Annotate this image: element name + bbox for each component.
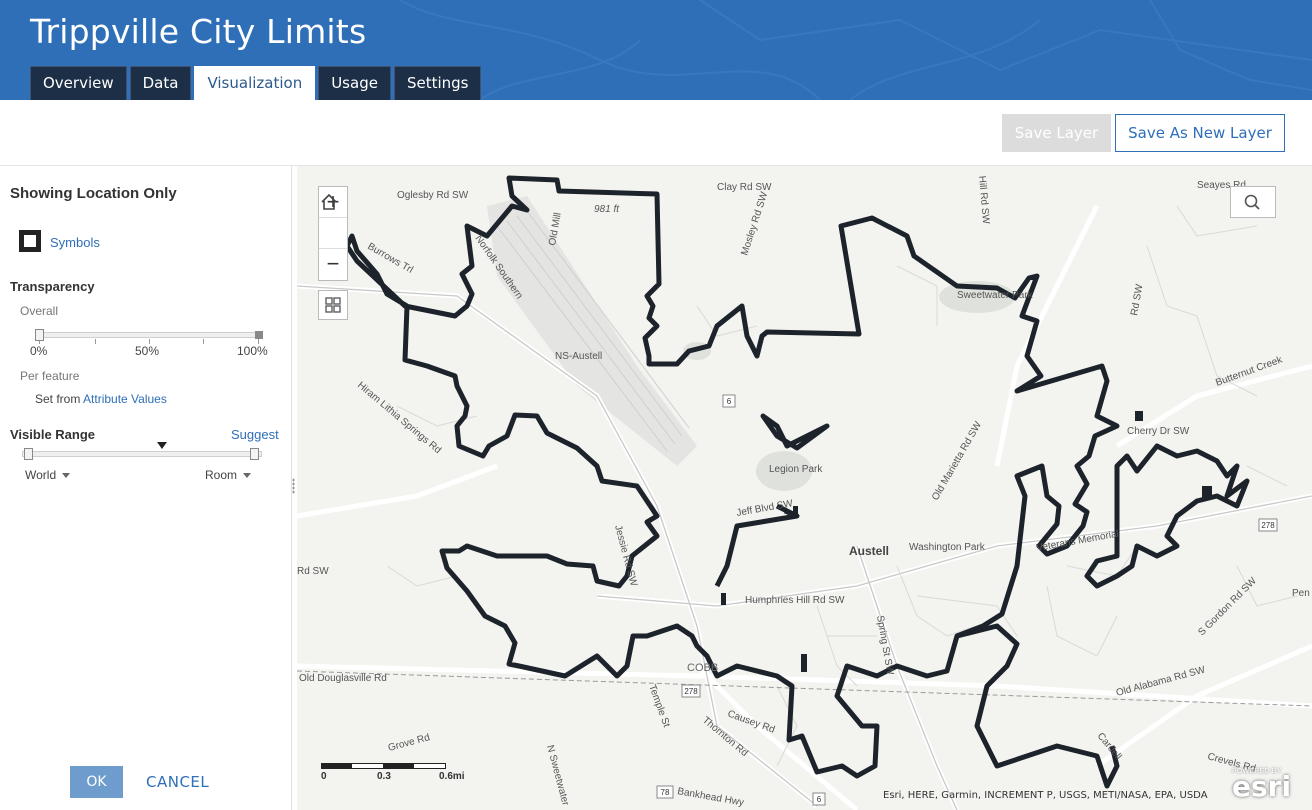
label-road-s-gordon: S Gordon Rd SW bbox=[1196, 575, 1259, 638]
label-road-hill: Hill Rd SW bbox=[976, 175, 991, 225]
major-roads bbox=[297, 204, 1312, 810]
save-layer-button[interactable]: Save Layer bbox=[1002, 114, 1111, 152]
label-road-n-sweetwater: N Sweetwater bbox=[544, 744, 571, 808]
visible-range-slider[interactable] bbox=[22, 451, 262, 457]
panel-resize-handle[interactable] bbox=[292, 478, 295, 494]
label-ns-austell: NS-Austell bbox=[555, 351, 602, 362]
attribute-values-link[interactable]: Attribute Values bbox=[83, 392, 167, 406]
route-shield: 6 bbox=[727, 397, 732, 406]
label-legion-park: Legion Park bbox=[769, 464, 823, 475]
symbol-swatch[interactable] bbox=[19, 230, 41, 252]
label-road-pen: Pen bbox=[1292, 588, 1310, 599]
scale-bar-segment bbox=[383, 763, 414, 769]
label-road-grove: Grove Rd bbox=[387, 732, 431, 754]
ok-button[interactable]: OK bbox=[70, 766, 123, 798]
esri-logo-text: esri bbox=[1232, 770, 1292, 803]
label-road-old-alabama: Old Alabama Rd SW bbox=[1115, 664, 1207, 699]
panel-heading: Showing Location Only bbox=[10, 185, 177, 202]
label-road-cherry: Cherry Dr SW bbox=[1127, 426, 1190, 437]
per-feature-label: Per feature bbox=[20, 369, 80, 383]
slider-tick bbox=[95, 339, 96, 344]
min-scale-dropdown[interactable]: World bbox=[25, 468, 71, 482]
label-road-rd-sw-2: Rd SW bbox=[1129, 283, 1145, 317]
home-icon bbox=[321, 193, 337, 210]
transparency-slider[interactable] bbox=[35, 332, 263, 338]
label-road-oglesby: Oglesby Rd SW bbox=[397, 190, 469, 201]
set-from-label: Set from bbox=[35, 392, 81, 406]
route-shield: 278 bbox=[1261, 521, 1275, 530]
esri-logo[interactable]: POWERED BY esri bbox=[1232, 766, 1307, 806]
label-road-rd-sw: Rd SW bbox=[297, 566, 329, 577]
tab-usage[interactable]: Usage bbox=[318, 66, 391, 100]
map-labels: Austell Legion Park Washington Park Swee… bbox=[297, 175, 1310, 808]
label-cobb: COBB bbox=[687, 662, 718, 674]
scale-label-0: 0 bbox=[321, 771, 327, 782]
zoom-control: + − bbox=[318, 186, 348, 281]
map-search-button[interactable] bbox=[1230, 186, 1276, 218]
route-shield: 6 bbox=[817, 795, 822, 804]
symbols-link[interactable]: Symbols bbox=[50, 235, 100, 250]
label-sweetwater-park: Sweetwater Park bbox=[957, 290, 1034, 301]
scale-label-max: 0.6mi bbox=[439, 771, 465, 782]
overall-label: Overall bbox=[20, 304, 59, 318]
chevron-down-icon bbox=[62, 473, 71, 479]
route-shield: 78 bbox=[661, 788, 670, 797]
chevron-down-icon bbox=[243, 473, 252, 479]
grid-icon bbox=[325, 297, 341, 313]
transparency-heading: Transparency bbox=[10, 279, 95, 294]
map-attribution[interactable]: Esri, HERE, Garmin, INCREMENT P, USGS, M… bbox=[883, 790, 1208, 801]
label-road-temple: Temple St bbox=[646, 683, 672, 729]
transparency-slider-handle[interactable] bbox=[35, 329, 44, 341]
set-from-row: Set from Attribute Values bbox=[35, 392, 167, 406]
transparency-slider-end bbox=[255, 331, 263, 339]
current-scale-marker bbox=[157, 442, 167, 449]
page-title: Trippville City Limits bbox=[30, 12, 367, 51]
scale-bar-segment bbox=[321, 763, 352, 769]
label-road-mosley: Mosley Rd SW bbox=[739, 190, 770, 257]
basemap: Austell Legion Park Washington Park Swee… bbox=[297, 175, 1312, 810]
major-roads-casing bbox=[297, 285, 1312, 810]
route-shield: 278 bbox=[684, 687, 698, 696]
tab-bar: Overview Data Visualization Usage Settin… bbox=[30, 66, 482, 100]
label-austell: Austell bbox=[849, 544, 889, 558]
scale-label-mid: 0.3 bbox=[377, 771, 391, 782]
label-road-old-mill: Old Mill bbox=[547, 212, 564, 247]
label-road-causey: Causey Rd bbox=[726, 708, 776, 735]
map-view[interactable]: Austell Legion Park Washington Park Swee… bbox=[297, 166, 1312, 810]
label-washington-park: Washington Park bbox=[909, 542, 986, 553]
max-scale-dropdown[interactable]: Room bbox=[205, 468, 252, 482]
min-scale-label: World bbox=[25, 468, 57, 482]
tab-visualization[interactable]: Visualization bbox=[194, 66, 316, 100]
label-elevation: 981 ft bbox=[594, 204, 620, 215]
max-scale-label: Room bbox=[205, 468, 238, 482]
label-road-old-douglasville: Old Douglasville Rd bbox=[299, 673, 387, 684]
suggest-link[interactable]: Suggest bbox=[231, 427, 279, 442]
slider-tick bbox=[203, 339, 204, 344]
zoom-out-button[interactable]: − bbox=[319, 249, 347, 280]
label-road-bankhead: Bankhead Hwy bbox=[676, 786, 744, 809]
app-header: Trippville City Limits Overview Data Vis… bbox=[0, 0, 1312, 100]
tab-settings[interactable]: Settings bbox=[393, 66, 482, 100]
tick-label-50: 50% bbox=[135, 344, 160, 358]
label-road-old-marietta: Old Marietta Rd SW bbox=[930, 420, 984, 503]
label-road-humphries: Humphries Hill Rd SW bbox=[745, 595, 845, 606]
visible-range-min-handle[interactable] bbox=[24, 448, 33, 460]
toolbar: Save Layer Save As New Layer bbox=[0, 100, 1312, 166]
home-button[interactable] bbox=[319, 193, 347, 249]
save-as-new-layer-button[interactable]: Save As New Layer bbox=[1115, 114, 1285, 152]
basemap-gallery-button[interactable] bbox=[318, 290, 348, 320]
tick-label-100: 100% bbox=[237, 344, 268, 358]
visible-range-max-handle[interactable] bbox=[250, 448, 259, 460]
search-icon bbox=[1244, 194, 1260, 210]
cancel-button[interactable]: CANCEL bbox=[146, 773, 209, 791]
label-road-clay: Clay Rd SW bbox=[717, 182, 772, 193]
scale-bar: 0 0.3 0.6mi bbox=[321, 763, 465, 793]
tab-data[interactable]: Data bbox=[129, 66, 192, 100]
tab-overview[interactable]: Overview bbox=[30, 66, 127, 100]
visible-range-heading: Visible Range bbox=[10, 427, 96, 442]
style-panel: Showing Location Only Symbols Transparen… bbox=[0, 166, 292, 810]
label-road-hiram: Hiram Lithia Springs Rd bbox=[355, 380, 443, 456]
tick-label-0: 0% bbox=[30, 344, 48, 358]
